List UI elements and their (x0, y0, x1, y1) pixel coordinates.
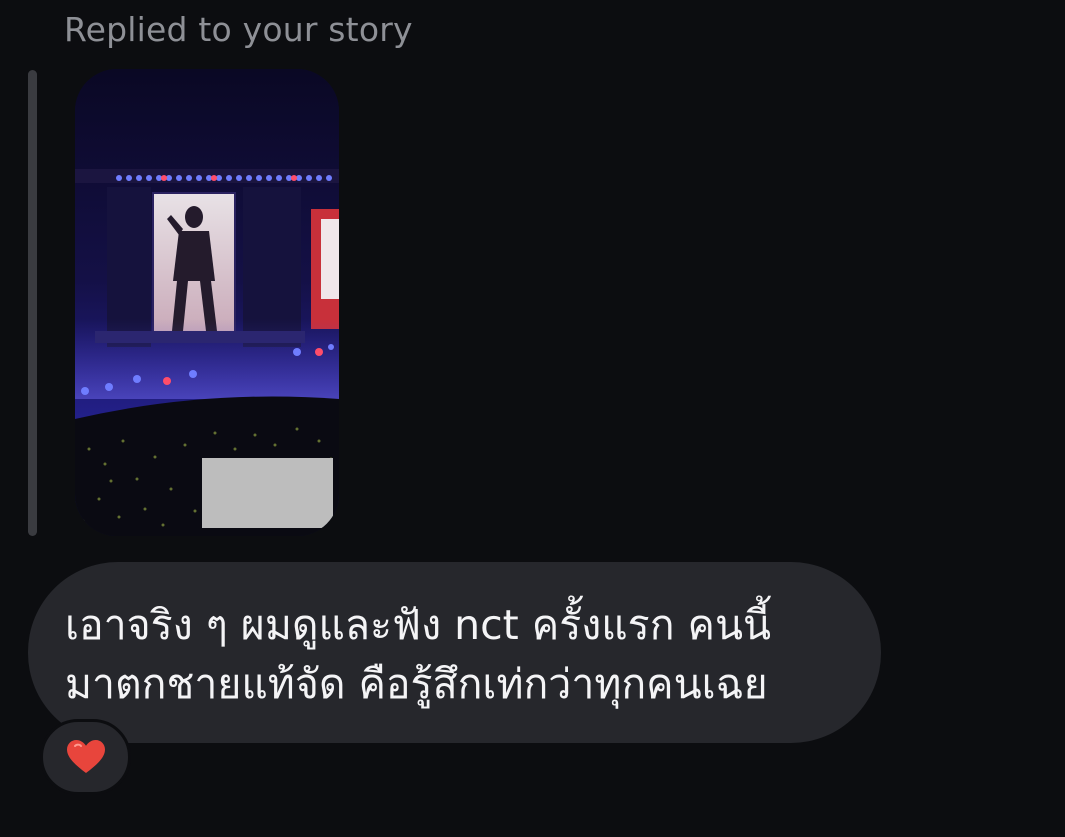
replied-to-story-label: Replied to your story (64, 10, 413, 49)
reaction-badge[interactable] (40, 719, 131, 795)
message-text-line-1: เอาจริง ๆ ผมดูและฟัง nct ครั้งแรก คนนี้ (65, 601, 772, 649)
message-text-line-2: มาตกชายแท้จัด คือรู้สึกเท่กว่าทุกคนเฉย (65, 660, 768, 708)
gray-redaction-block-icon (202, 458, 333, 528)
reply-indicator-bar (28, 70, 37, 536)
red-heart-emoji-icon (66, 740, 105, 773)
story-thumbnail[interactable] (75, 69, 339, 536)
message-bubble[interactable]: เอาจริง ๆ ผมดูและฟัง nct ครั้งแรก คนนี้ … (28, 562, 881, 743)
